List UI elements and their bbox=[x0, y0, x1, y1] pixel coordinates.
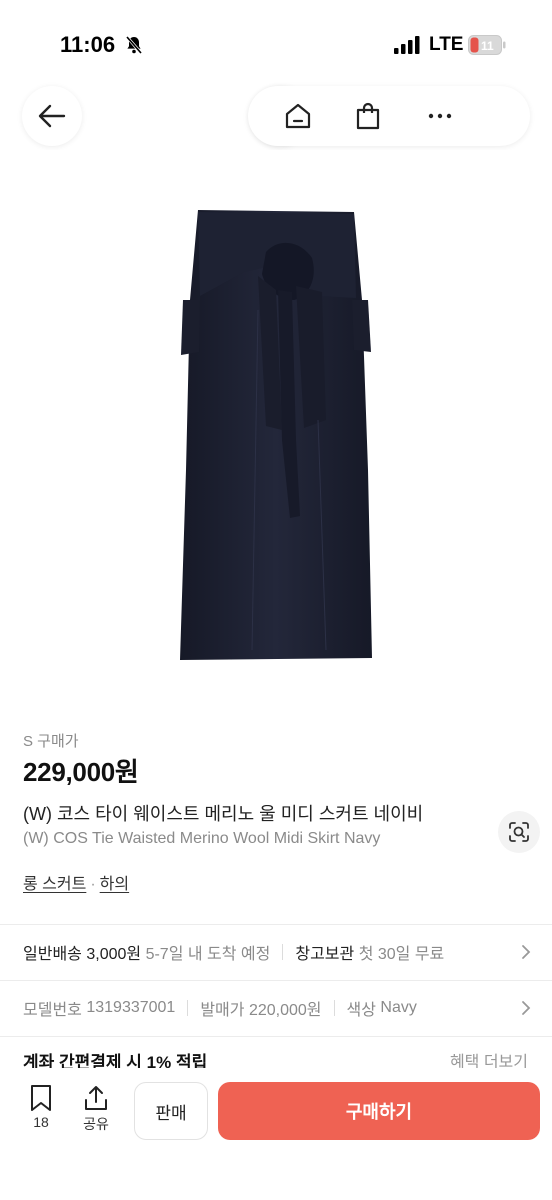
back-button[interactable] bbox=[22, 86, 82, 146]
shipping-fee: 3,000원 bbox=[86, 946, 142, 963]
lens-icon bbox=[509, 822, 529, 842]
back-arrow-icon bbox=[38, 104, 66, 128]
product-title-english: (W) COS Tie Waisted Merino Wool Midi Ski… bbox=[23, 830, 381, 847]
storage-note: 첫 30일 무료 bbox=[358, 946, 445, 963]
shipping-row[interactable]: 일반배송 3,000원 5-7일 내 도착 예정 창고보관 첫 30일 무료 bbox=[23, 940, 533, 964]
category-breadcrumb: 롱 스커트 · 하의 bbox=[23, 870, 129, 894]
bookmark-icon bbox=[31, 1085, 51, 1111]
more-icon bbox=[428, 113, 452, 119]
product-title-korean: (W) 코스 타이 웨이스트 메리노 울 미디 스커트 네이비 bbox=[23, 804, 424, 824]
shipping-label: 일반배송 bbox=[23, 946, 82, 963]
divider bbox=[0, 924, 552, 925]
bookmark-count: 18 bbox=[33, 1114, 49, 1130]
release-label: 발매가 bbox=[200, 1002, 245, 1019]
image-search-button[interactable] bbox=[498, 811, 540, 853]
bag-button[interactable] bbox=[338, 86, 398, 146]
top-actions bbox=[248, 86, 530, 146]
model-number: 1319337001 bbox=[86, 999, 176, 1016]
share-button[interactable]: 공유 bbox=[76, 1084, 116, 1134]
size-price-label: S 구매가 bbox=[23, 733, 79, 750]
shipping-eta: 5-7일 내 도착 예정 bbox=[145, 946, 271, 963]
more-button[interactable] bbox=[410, 86, 470, 146]
row-separator bbox=[187, 1000, 189, 1016]
network-type: LTE bbox=[429, 34, 464, 55]
status-time: 11:06 bbox=[60, 32, 116, 57]
details-row[interactable]: 모델번호 1319337001 발매가 220,000원 색상 Navy bbox=[23, 996, 533, 1020]
chevron-right-icon bbox=[522, 1001, 531, 1015]
battery-level: 11 bbox=[481, 39, 494, 53]
category-link-long-skirt[interactable]: 롱 스커트 bbox=[23, 876, 86, 893]
category-link-bottoms[interactable]: 하의 bbox=[100, 876, 129, 893]
bottom-action-bar: 18 공유 판매 구매하기 bbox=[0, 1068, 552, 1200]
divider bbox=[0, 980, 552, 981]
chevron-right-icon bbox=[522, 945, 531, 959]
signal-icon bbox=[394, 36, 420, 54]
product-image[interactable] bbox=[0, 150, 552, 853]
share-icon bbox=[85, 1086, 107, 1110]
home-button[interactable] bbox=[268, 86, 328, 146]
silent-bell-icon bbox=[125, 36, 143, 54]
product-price: 229,000원 bbox=[23, 757, 139, 787]
color-value: Navy bbox=[380, 999, 417, 1016]
battery-icon: 11 bbox=[468, 35, 506, 55]
color-label: 색상 bbox=[346, 1002, 376, 1019]
buy-button[interactable]: 구매하기 bbox=[218, 1082, 540, 1140]
home-icon bbox=[285, 103, 311, 129]
model-label: 모델번호 bbox=[23, 1002, 82, 1019]
storage-label: 창고보관 bbox=[295, 946, 355, 963]
status-bar: 11:06 LTE 11 bbox=[0, 0, 552, 90]
row-separator bbox=[333, 1000, 335, 1016]
divider bbox=[0, 1036, 552, 1037]
sell-button[interactable]: 판매 bbox=[134, 1082, 208, 1140]
share-label: 공유 bbox=[83, 1116, 109, 1132]
row-separator bbox=[282, 944, 284, 960]
release-price: 220,000원 bbox=[248, 1002, 322, 1019]
bookmark-button[interactable]: 18 bbox=[21, 1084, 61, 1130]
shopping-bag-icon bbox=[356, 102, 380, 130]
category-separator: · bbox=[90, 876, 96, 893]
skirt-illustration bbox=[180, 210, 372, 660]
